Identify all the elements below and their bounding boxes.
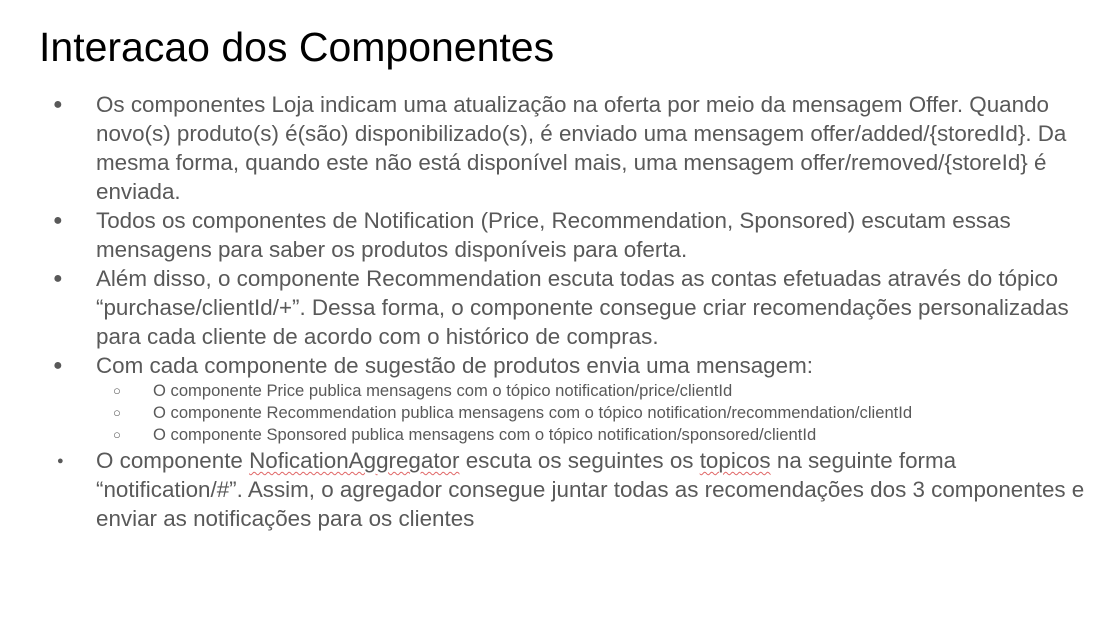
bullet-dot-icon: ● — [53, 270, 63, 287]
bullet-text-part: escuta os seguintes os — [459, 448, 700, 473]
bullet-dot-icon: ● — [53, 212, 63, 229]
sub-bullet-text: O componente Sponsored publica mensagens… — [153, 425, 817, 444]
bullet-text: Todos os componentes de Notification (Pr… — [96, 208, 1011, 262]
bullet-circle-icon: ○ — [113, 383, 121, 398]
sub-bullet-item: ○ O componente Recommendation publica me… — [0, 402, 1117, 424]
bullet-item: ● O componente NoficationAggregator escu… — [0, 446, 1117, 533]
slide-title: Interacao dos Componentes — [39, 24, 555, 70]
bullet-item: ● Com cada componente de sugestão de pro… — [0, 351, 1117, 380]
bullet-text: O componente NoficationAggregator escuta… — [96, 446, 1097, 533]
sub-bullet-text: O componente Price publica mensagens com… — [153, 381, 733, 400]
bullet-dot-icon: ● — [57, 455, 64, 467]
bullet-text-part: O componente — [96, 448, 250, 473]
bullet-text: Com cada componente de sugestão de produ… — [96, 353, 813, 378]
bullet-circle-icon: ○ — [113, 427, 121, 442]
bullet-item: ● Além disso, o componente Recommendatio… — [0, 264, 1117, 351]
bullet-circle-icon: ○ — [113, 405, 121, 420]
bullet-dot-icon: ● — [53, 357, 63, 374]
spellcheck-word: NoficationAggregator — [249, 448, 460, 473]
bullet-item: ● Os componentes Loja indicam uma atuali… — [0, 90, 1117, 206]
bullet-text: Além disso, o componente Recommendation … — [96, 266, 1069, 349]
bullet-dot-icon: ● — [53, 96, 63, 113]
bullet-text: Os componentes Loja indicam uma atualiza… — [96, 92, 1067, 204]
sub-bullet-item: ○ O componente Price publica mensagens c… — [0, 380, 1117, 402]
sub-bullet-text: O componente Recommendation publica mens… — [153, 403, 913, 422]
slide: Interacao dos Componentes ● Os component… — [0, 0, 1117, 617]
bullet-item: ● Todos os componentes de Notification (… — [0, 206, 1117, 264]
spellcheck-word: topicos — [699, 448, 771, 473]
bullet-list: ● Os componentes Loja indicam uma atuali… — [0, 90, 1117, 533]
sub-bullet-item: ○ O componente Sponsored publica mensage… — [0, 424, 1117, 446]
